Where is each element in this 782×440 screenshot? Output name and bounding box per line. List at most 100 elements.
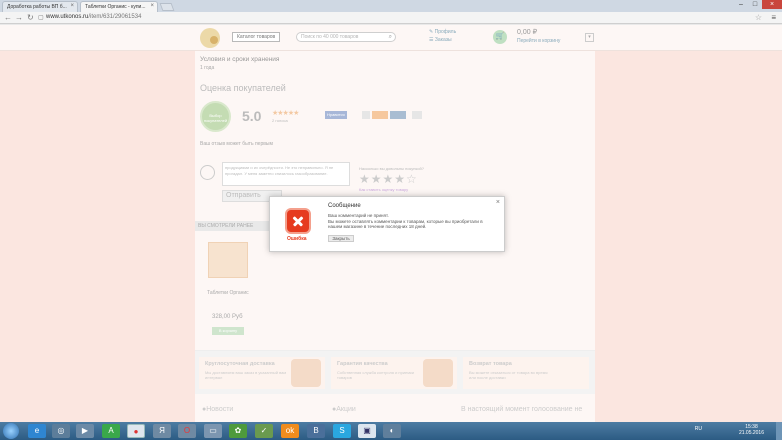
address-bar: ← → ↻ ▢ www.utkonos.ru/item/631/29061534… bbox=[0, 12, 782, 24]
bookmark-star-icon[interactable]: ☆ bbox=[755, 13, 762, 22]
promos-link[interactable]: ● Акции bbox=[332, 406, 356, 413]
browser-tab-2[interactable]: Таблетки Органис - купи... × bbox=[80, 1, 158, 12]
how-to-rate-link[interactable]: Как ставить оценку товару bbox=[359, 187, 408, 192]
quality-image bbox=[423, 359, 453, 387]
app-icon[interactable]: ✓ bbox=[255, 424, 273, 438]
browser-tab-1[interactable]: Доработка работы ВП б... × bbox=[2, 1, 78, 12]
satisfaction-question: Насколько вы довольны покупкой? bbox=[359, 166, 424, 171]
share-count bbox=[362, 111, 370, 119]
app-a-icon[interactable]: A bbox=[102, 424, 120, 438]
forward-icon[interactable]: → bbox=[15, 13, 23, 22]
feature-card[interactable]: Круглосуточная доставка Мы доставляем ва… bbox=[199, 357, 325, 389]
app-icon[interactable]: ◐ bbox=[383, 424, 401, 438]
profile-link[interactable]: ✎ Профиль bbox=[429, 28, 456, 36]
chrome-icon[interactable]: ● bbox=[127, 424, 145, 438]
feature-title: Круглосуточная доставка bbox=[205, 361, 275, 367]
site-header: Каталог товаров Поиск по 40 000 товаров … bbox=[0, 25, 782, 51]
site-logo[interactable] bbox=[200, 28, 220, 48]
ok-share-button[interactable] bbox=[372, 111, 388, 119]
no-reviews-text: Ваш отзыв может быть первым bbox=[200, 141, 273, 147]
search-input[interactable]: Поиск по 40 000 товаров ⌕ bbox=[296, 32, 396, 42]
opera-icon[interactable]: O bbox=[178, 424, 196, 438]
maximize-icon[interactable]: □ bbox=[748, 0, 762, 9]
clock-date: 21.05.2016 bbox=[738, 430, 764, 436]
comment-textarea[interactable]: продукциями и их очерёдности. Не это неп… bbox=[222, 162, 350, 186]
orders-link[interactable]: ☰ Заказы bbox=[429, 36, 456, 44]
explorer-icon[interactable]: ◎ bbox=[52, 424, 70, 438]
close-icon[interactable]: × bbox=[496, 199, 500, 206]
rating-stars: ★★★★★ bbox=[272, 110, 299, 117]
product-name[interactable]: Таблетки Органис bbox=[207, 290, 249, 296]
window-controls: – □ × bbox=[734, 0, 782, 10]
window-close-icon[interactable]: × bbox=[762, 0, 782, 9]
feature-text: Мы доставляем ваш заказ в указанный вам … bbox=[205, 370, 287, 380]
catalog-button[interactable]: Каталог товаров bbox=[232, 32, 281, 42]
feature-title: Возврат товара bbox=[469, 361, 512, 367]
cart-sum: 0,00 ₽ bbox=[517, 29, 538, 36]
system-clock[interactable]: 15:38 21.05.2016 bbox=[739, 424, 764, 436]
feature-text: Вы можете отказаться от товара во время … bbox=[469, 370, 548, 380]
features-strip: Круглосуточная доставка Мы доставляем ва… bbox=[195, 350, 595, 394]
user-avatar bbox=[200, 165, 215, 180]
web-page: Каталог товаров Поиск по 40 000 товаров … bbox=[0, 25, 782, 422]
votes-count: 2 голоса bbox=[272, 118, 288, 123]
product-price: 328,00 Руб bbox=[212, 314, 243, 320]
add-to-cart-button[interactable]: В корзину bbox=[212, 327, 244, 335]
storage-terms-title: Условия и сроки хранения bbox=[200, 56, 280, 63]
start-button[interactable] bbox=[3, 423, 19, 439]
error-icon bbox=[285, 208, 311, 234]
search-icon[interactable]: ⌕ bbox=[389, 33, 392, 41]
reload-icon[interactable]: ↻ bbox=[27, 13, 34, 22]
news-link[interactable]: ● Новости bbox=[202, 406, 233, 413]
page-icon: ▢ bbox=[38, 15, 44, 21]
url-field[interactable]: www.utkonos.ru/item/631/29061534 bbox=[46, 14, 141, 20]
browser-menu-icon[interactable]: ≡ bbox=[771, 13, 776, 22]
cart-link[interactable]: Перейти в корзину bbox=[517, 38, 560, 44]
game-icon[interactable]: ✿ bbox=[229, 424, 247, 438]
rating-score: 5.0 bbox=[242, 108, 262, 124]
odnoklassniki-icon[interactable]: ok bbox=[281, 424, 299, 438]
facebook-like-button[interactable]: Нравится bbox=[325, 111, 347, 119]
rating-input-stars[interactable]: ★★★★☆ bbox=[359, 172, 418, 186]
window-icon[interactable]: ▣ bbox=[358, 424, 376, 438]
product-image[interactable] bbox=[208, 242, 248, 278]
feature-card[interactable]: Гарантия качества Собственная служба кон… bbox=[331, 357, 457, 389]
new-tab-button[interactable] bbox=[159, 3, 175, 11]
dialog-message: Ваш комментарий не принят. Вы можете ост… bbox=[328, 213, 498, 230]
account-links: ✎ Профиль ☰ Заказы bbox=[429, 28, 456, 44]
feature-text: Собственная служба контроля и приемки то… bbox=[337, 370, 415, 380]
buyers-choice-badge: Выбор покупателей bbox=[200, 101, 231, 132]
show-desktop-button[interactable] bbox=[776, 422, 782, 440]
error-dialog: Ошибка Сообщение Ваш комментарий не прин… bbox=[269, 196, 505, 252]
feature-card[interactable]: Возврат товара Вы можете отказаться от т… bbox=[463, 357, 589, 389]
url-path: /item/631/29061534 bbox=[88, 14, 142, 20]
media-icon[interactable]: ▶ bbox=[76, 424, 94, 438]
vk-share-button[interactable] bbox=[390, 111, 406, 119]
dialog-title: Сообщение bbox=[328, 203, 361, 209]
dialog-message-line2: Вы можете оставлять комментарии к товара… bbox=[328, 218, 483, 230]
rating-title: Оценка покупателей bbox=[200, 83, 286, 93]
language-indicator[interactable]: RU bbox=[695, 426, 702, 432]
chevron-down-icon[interactable]: ▾ bbox=[585, 33, 594, 42]
cart-icon[interactable]: 🛒 bbox=[493, 30, 507, 44]
vk-icon[interactable]: B bbox=[307, 424, 325, 438]
ie-icon[interactable]: e bbox=[28, 424, 46, 438]
tab-close-icon[interactable]: × bbox=[70, 3, 74, 9]
search-placeholder: Поиск по 40 000 товаров bbox=[301, 34, 359, 40]
minimize-icon[interactable]: – bbox=[734, 0, 748, 9]
courier-image bbox=[291, 359, 321, 387]
tab-title: Таблетки Органис - купи... bbox=[85, 4, 146, 10]
url-host: www.utkonos.ru bbox=[46, 14, 89, 20]
yandex-icon[interactable]: Я bbox=[153, 424, 171, 438]
folder-icon[interactable]: ▭ bbox=[204, 424, 222, 438]
storage-terms-value: 1 года bbox=[200, 65, 215, 71]
back-icon[interactable]: ← bbox=[4, 13, 12, 22]
browser-tab-bar: Доработка работы ВП б... × Таблетки Орга… bbox=[0, 0, 782, 12]
tab-close-icon[interactable]: × bbox=[150, 3, 154, 9]
dialog-close-button[interactable]: Закрыть bbox=[328, 235, 354, 242]
taskbar: e ◎ ▶ A ● Я O ▭ ✿ ✓ ok B S ▣ ◐ RU 15:38 … bbox=[0, 422, 782, 440]
voting-text: В настоящий момент голосование не bbox=[461, 406, 583, 413]
share-count bbox=[412, 111, 422, 119]
feature-title: Гарантия качества bbox=[337, 361, 388, 367]
skype-icon[interactable]: S bbox=[333, 424, 351, 438]
